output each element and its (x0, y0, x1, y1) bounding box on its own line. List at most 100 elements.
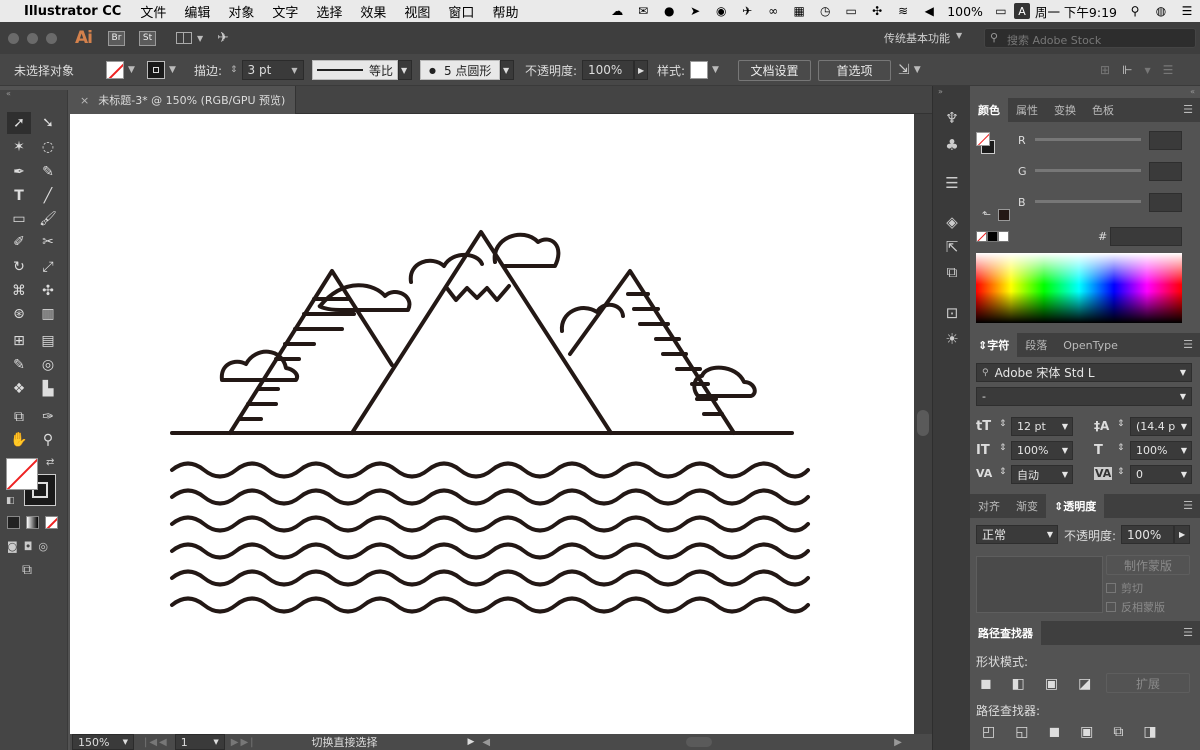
symbols-icon[interactable]: ♣ (942, 135, 962, 155)
chevron-down-icon[interactable]: ▼ (398, 60, 412, 80)
unite-icon[interactable]: ◼ (980, 676, 992, 692)
minus-front-icon[interactable]: ◧ (1012, 676, 1025, 692)
chevron-down-icon[interactable]: ▼ (1047, 530, 1053, 539)
out-of-gamut-icon[interactable]: ⬑ (982, 208, 991, 221)
vertical-scale-input[interactable]: 100% ▼ (1011, 441, 1073, 460)
qq-icon[interactable]: ● (658, 3, 680, 19)
white-swatch[interactable] (998, 231, 1009, 242)
scale-tool-icon[interactable]: ⤢ (36, 256, 60, 278)
close-tab-icon[interactable]: × (80, 94, 89, 107)
color-mode-icon[interactable] (7, 516, 20, 529)
curvature-tool-icon[interactable]: ✎ (36, 161, 60, 183)
grid-icon[interactable]: ▦ (788, 3, 810, 19)
clock[interactable]: 周一 下午9:19 (1030, 2, 1122, 21)
exclude-icon[interactable]: ◪ (1078, 676, 1091, 692)
cloud-center-right[interactable] (492, 232, 561, 268)
chevron-down-icon[interactable]: ▼ (123, 738, 128, 746)
tracking-input[interactable]: 0 ▼ (1130, 465, 1192, 484)
panel-menu-icon[interactable]: ☰ (1183, 626, 1193, 639)
r-input[interactable] (1149, 131, 1182, 150)
rotate-tool-icon[interactable]: ↻ (7, 256, 31, 278)
tool-hint[interactable]: 切换直接选择 (312, 734, 378, 750)
arrange-documents-icon[interactable] (175, 32, 192, 44)
minus-back-icon[interactable]: ◨ (1143, 724, 1156, 740)
cloud-center-left[interactable] (408, 252, 484, 284)
screen-mode-icon[interactable]: ⧉ (22, 562, 32, 578)
chevron-down-icon[interactable]: ▼ (1062, 422, 1068, 431)
g-slider[interactable] (1035, 169, 1141, 172)
make-mask-button[interactable]: 制作蒙版 (1106, 555, 1190, 575)
chevron-down-icon[interactable]: ▼ (500, 60, 514, 80)
symbol-sprayer-tool-icon[interactable]: ❖ (7, 378, 31, 400)
leading-input[interactable]: (14.4 p ▼ (1130, 417, 1192, 436)
scrollbar-thumb[interactable] (917, 410, 929, 436)
menu-effect[interactable]: 效果 (351, 2, 395, 21)
r-slider[interactable] (1035, 138, 1141, 141)
stock-search-input[interactable]: ⚲ 搜索 Adobe Stock (984, 28, 1196, 48)
lines-icon[interactable]: ☰ (942, 173, 962, 193)
type-tool-icon[interactable]: T (7, 185, 31, 207)
kerning-input[interactable]: 自动 ▼ (1011, 465, 1073, 484)
gradient-tool-icon[interactable]: ▤ (36, 330, 60, 352)
direct-selection-tool-icon[interactable]: ➘ (36, 112, 60, 134)
minimize-window-button[interactable] (27, 32, 38, 44)
artwork[interactable] (70, 114, 914, 734)
chevron-down-icon[interactable]: ▼ (197, 34, 203, 43)
arrange-icon[interactable]: ⇲ (898, 62, 910, 78)
eyedropper-tool-icon[interactable]: ✎ (7, 354, 31, 376)
tab-paragraph[interactable]: 段落 (1017, 333, 1055, 357)
document-tab[interactable]: × 未标题-3* @ 150% (RGB/GPU 预览) (70, 86, 297, 114)
column-graph-tool-icon[interactable]: ▙ (36, 378, 60, 400)
spotlight-icon[interactable]: ⚲ (1124, 3, 1146, 19)
expand-button[interactable]: 扩展 (1106, 673, 1190, 693)
tab-pathfinder[interactable]: 路径查找器 (970, 621, 1041, 645)
draw-inside-icon[interactable]: ◎ (38, 540, 48, 553)
artboard[interactable] (70, 114, 914, 734)
b-input[interactable] (1149, 193, 1182, 212)
scroll-left-icon[interactable]: ◀ (482, 737, 490, 748)
panel-menu-icon[interactable]: ☰ (1163, 63, 1174, 77)
menu-edit[interactable]: 编辑 (175, 2, 219, 21)
clip-checkbox[interactable]: 剪切 (1106, 580, 1143, 596)
links-icon[interactable]: ⊡ (942, 303, 962, 323)
chevron-down-icon[interactable]: ▼ (956, 31, 962, 40)
rectangle-tool-icon[interactable]: ▭ (7, 208, 31, 230)
timemachine-icon[interactable]: ◷ (814, 3, 836, 19)
menu-file[interactable]: 文件 (131, 2, 175, 21)
blend-tool-icon[interactable]: ◎ (36, 354, 60, 376)
browser-icon[interactable]: ◉ (710, 3, 732, 19)
font-style-select[interactable]: - ▼ (976, 387, 1192, 406)
tab-gradient[interactable]: 渐变 (1008, 494, 1046, 518)
notification-center-icon[interactable]: ☰ (1176, 3, 1198, 19)
chevron-right-icon[interactable]: ▶ (1174, 525, 1190, 544)
stepper-icon[interactable]: ⇕ (1117, 443, 1125, 453)
graphic-style-swatch[interactable] (690, 61, 708, 79)
stepper-icon[interactable]: ⇕ (999, 419, 1007, 429)
menu-help[interactable]: 帮助 (483, 2, 527, 21)
collapse-icon[interactable]: » (938, 87, 943, 96)
none-swatch[interactable] (976, 231, 987, 242)
blend-mode-select[interactable]: 正常 ▼ (976, 525, 1058, 544)
g-input[interactable] (1149, 162, 1182, 181)
chevron-down-icon[interactable]: ▼ (169, 65, 176, 75)
appearance-icon[interactable]: ☀ (942, 329, 962, 349)
zoom-window-button[interactable] (46, 32, 57, 44)
chevron-down-icon[interactable]: ▼ (213, 738, 218, 746)
chevron-down-icon[interactable]: ▼ (128, 65, 135, 75)
gradient-mode-icon[interactable] (26, 516, 39, 529)
shaper-tool-icon[interactable]: ✐ (7, 231, 31, 253)
chevron-right-icon[interactable]: ▶ (468, 737, 475, 747)
intersect-icon[interactable]: ▣ (1045, 676, 1058, 692)
chevron-down-icon[interactable]: ▼ (291, 66, 297, 75)
horizontal-scale-input[interactable]: 100% ▼ (1130, 441, 1192, 460)
cloud-icon[interactable]: ☁ (606, 3, 628, 19)
preferences-button[interactable]: 首选项 (818, 59, 891, 81)
slice-tool-icon[interactable]: ✑ (36, 406, 60, 428)
menu-view[interactable]: 视图 (395, 2, 439, 21)
chevron-down-icon[interactable]: ▼ (712, 65, 719, 75)
stock-button[interactable]: St (138, 30, 156, 46)
stepper-icon[interactable]: ⇕ (1117, 467, 1125, 477)
align-icon[interactable]: ⊞ (1100, 63, 1110, 77)
stepper-icon[interactable]: ⇕ (999, 443, 1007, 453)
panel-menu-icon[interactable]: ☰ (1183, 338, 1193, 351)
